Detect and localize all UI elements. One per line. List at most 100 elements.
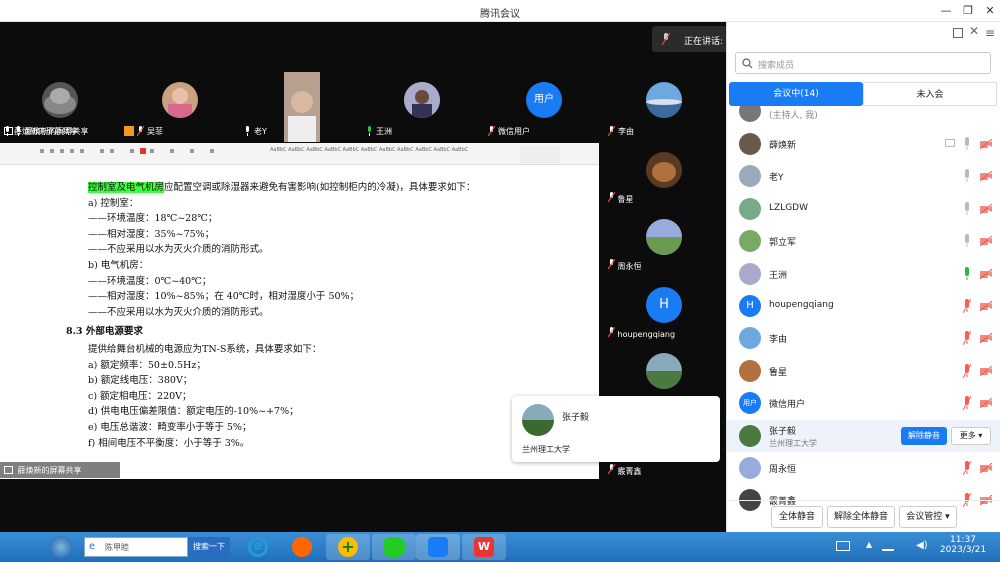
camera-off-icon[interactable] [980, 333, 992, 344]
list-item[interactable]: 鲁星 [727, 355, 1000, 387]
member-name: 薛焕新 [769, 141, 797, 151]
volume-icon[interactable]: ◀) [916, 540, 928, 551]
camera-off-icon[interactable] [980, 139, 992, 149]
video-thumb[interactable]: 李由 [604, 72, 724, 142]
screen-share-icon [4, 127, 13, 135]
wechat-icon[interactable] [372, 534, 416, 560]
document-line: b) 额定线电压：380V； [88, 372, 192, 386]
mic-muted-icon[interactable] [963, 461, 971, 475]
member-card[interactable]: 张子毅 兰州理工大学 [512, 396, 720, 462]
start-button[interactable] [50, 536, 72, 558]
camera-off-icon[interactable] [980, 236, 992, 247]
minimize-icon[interactable]: — [938, 3, 954, 19]
line-text: e) 电压总谐波：畸变率小于等于 5%； [88, 422, 252, 433]
list-item-host[interactable]: (主持人, 我) [727, 106, 1000, 122]
video-thumb[interactable]: 用户 微信用户 [484, 72, 604, 142]
line-text: 提供给舞台机械的电源应为TN-S系统，具体要求如下： [88, 344, 322, 355]
list-item[interactable]: Hhoupengqiang [727, 290, 1000, 322]
video-thumb[interactable]: H houpengqiang [604, 281, 724, 347]
video-thumb[interactable]: 王洲 [362, 72, 482, 142]
thumb-name: 王洲 [376, 127, 392, 136]
unmute-all-button[interactable]: 解除全体静音 [827, 506, 895, 528]
list-item[interactable]: 郭立军 [727, 225, 1000, 257]
close-icon[interactable]: ✕ [982, 3, 998, 19]
avatar [646, 82, 682, 118]
mic-off-icon [608, 126, 615, 136]
menu-icon[interactable]: ≡ [985, 26, 995, 40]
mic-icon[interactable] [963, 169, 971, 183]
camera-off-icon[interactable] [980, 398, 992, 409]
avatar [739, 262, 761, 285]
thumb-name: 鲁星 [617, 195, 634, 204]
list-item[interactable]: 薛焕新 [727, 128, 1000, 160]
word-ribbon: AaBbC AaBbC AaBbC AaBbC AaBbC AaBbC AaBb… [0, 143, 599, 165]
document-line: d) 供电电压偏差限值：额定电压的-10%~+7%； [88, 403, 299, 417]
taskbar-search-input[interactable]: e 陈甲睦 [84, 537, 188, 557]
document-line: ——不应采用以水为灭火介质的消防形式。 [88, 241, 269, 255]
list-item[interactable]: 李由 [727, 322, 1000, 354]
mute-all-button[interactable]: 全体静音 [771, 506, 823, 528]
mic-muted-icon[interactable] [963, 299, 971, 313]
mic-icon[interactable] [963, 266, 971, 281]
members-panel: ✕ ≡ 搜索成员 会议中(14) 未入会 (主持人, 我) 薛焕新老Y LZLGD… [726, 22, 1000, 532]
avatar [646, 152, 682, 188]
mic-icon[interactable] [963, 234, 971, 248]
avatar [739, 457, 761, 479]
close-icon[interactable]: ✕ [969, 24, 979, 38]
user-icon [124, 126, 134, 136]
list-item[interactable]: LZLGDW [727, 193, 1000, 225]
more-button[interactable]: 更多 ▾ [951, 426, 991, 445]
line-text: ——环境温度：18℃~28℃； [88, 213, 218, 225]
tray-expand-icon[interactable]: ▲ [866, 540, 872, 549]
avatar [739, 133, 761, 155]
search-input[interactable]: 搜索成员 [735, 52, 991, 74]
ie-browser-icon[interactable]: e [236, 534, 280, 560]
camera-off-icon[interactable] [980, 203, 992, 214]
avatar: H [646, 287, 682, 323]
svg-text:AaBbC AaBbC AaBbC AaBbC AaBbC: AaBbC AaBbC AaBbC AaBbC AaBbC AaBbC AaBb… [270, 147, 469, 153]
list-item[interactable]: 王洲 [727, 258, 1000, 290]
thumb-name: 吴菲 [147, 127, 163, 136]
camera-off-icon[interactable] [980, 365, 992, 376]
network-icon[interactable] [882, 541, 894, 551]
line-text: ——不应采用以水为灭火介质的消防形式。 [88, 244, 269, 256]
tab-in-meeting[interactable]: 会议中(14) [729, 82, 863, 106]
avatar [522, 404, 554, 436]
clock[interactable]: 11:37 2023/3/21 [938, 535, 988, 555]
line-text: ——相对湿度：35%~75%； [88, 228, 215, 240]
mic-icon [662, 33, 670, 45]
manage-button[interactable]: 会议管控 ▾ [899, 506, 957, 528]
list-item[interactable]: 周永恒 [727, 452, 1000, 484]
thumb-name: 老Y [254, 127, 267, 136]
video-thumb[interactable]: 周永恒 [604, 213, 724, 279]
list-item[interactable]: 老Y [727, 160, 1000, 192]
firefox-icon[interactable] [280, 534, 324, 560]
member-name: 微信用户 [769, 400, 806, 411]
video-thumb[interactable]: 吴菲 [120, 72, 240, 142]
list-item[interactable]: 用户 微信用户 [727, 387, 1000, 419]
mic-muted-icon[interactable] [963, 331, 971, 346]
camera-off-icon[interactable] [980, 171, 992, 182]
taskbar-search-button[interactable]: 搜索一下 [188, 537, 230, 557]
popout-icon[interactable] [953, 28, 963, 38]
keyboard-icon[interactable] [836, 541, 850, 551]
camera-off-icon[interactable] [980, 268, 992, 279]
mic-icon[interactable] [963, 137, 971, 151]
unmute-button[interactable]: 解除静音 [901, 426, 947, 445]
video-thumb[interactable]: 老Y [240, 72, 360, 142]
mic-muted-icon[interactable] [963, 363, 971, 378]
tencent-meeting-icon[interactable] [416, 534, 460, 560]
tab-not-joined[interactable]: 未入会 [863, 82, 997, 106]
mic-muted-icon[interactable] [963, 396, 971, 411]
app-plus-icon[interactable]: + [326, 534, 370, 560]
camera-off-icon[interactable] [980, 463, 992, 473]
restore-icon[interactable]: ❐ [960, 3, 976, 19]
video-thumb[interactable]: 鲁星 [604, 146, 724, 212]
camera-off-icon[interactable] [980, 301, 992, 311]
mic-icon[interactable] [963, 201, 971, 216]
wps-icon[interactable]: W [462, 534, 506, 560]
member-name: 李由 [769, 335, 788, 346]
list-item[interactable]: 张子毅 兰州理工大学 解除静音 更多 ▾ [727, 419, 1000, 452]
avatar [42, 82, 78, 118]
section-heading: 8.3 外部电源要求 [66, 323, 143, 337]
